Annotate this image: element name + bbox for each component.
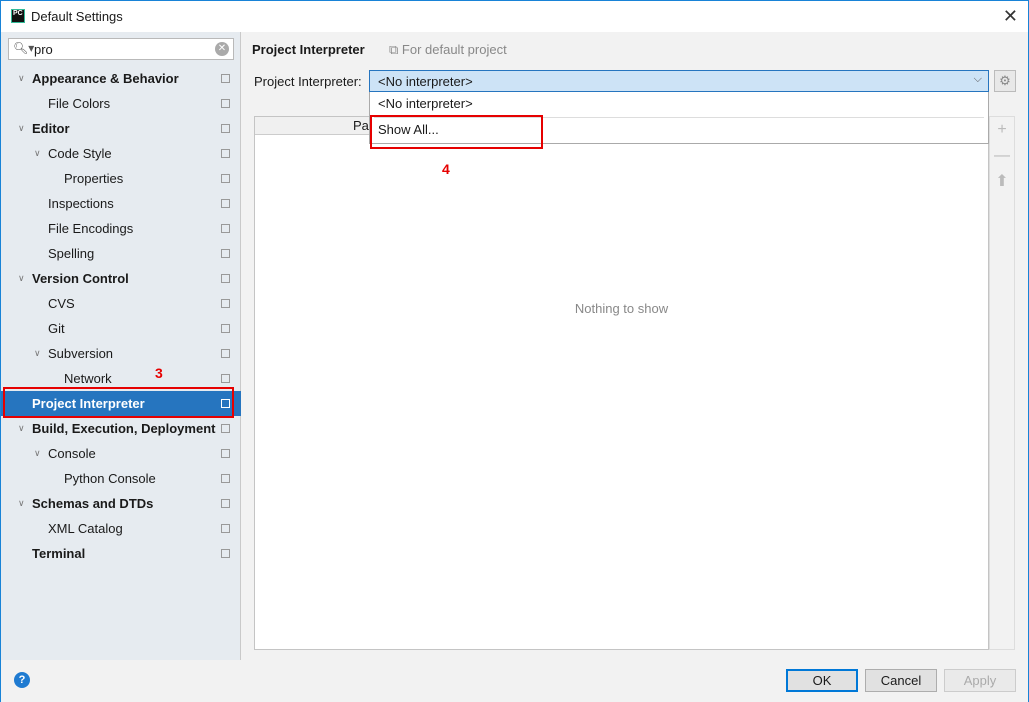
tree-item-label: Properties (64, 171, 124, 186)
interpreter-value: <No interpreter> (378, 74, 473, 89)
apply-button[interactable]: Apply (944, 669, 1016, 692)
annotation-4: 4 (442, 161, 450, 177)
chevron-down-icon[interactable]: ∨ (34, 441, 41, 466)
empty-text: Nothing to show (574, 301, 669, 316)
search-icon: 🔍︎▾ (13, 41, 35, 55)
tree-item[interactable]: ∨ Appearance & Behavior (1, 66, 241, 91)
tree-item[interactable]: ∨ Subversion (1, 341, 241, 366)
tree-item[interactable]: ∨ Editor (1, 116, 241, 141)
copy-icon (221, 224, 230, 233)
tree-item[interactable]: Terminal (1, 541, 241, 566)
tree-item-label: Code Style (48, 146, 112, 161)
tree-item[interactable]: Inspections (1, 191, 241, 216)
sidebar: 🔍︎▾ pro ✕ ∨ Appearance & Behavior File Col… (1, 32, 241, 660)
tree-item[interactable]: Python Console (1, 466, 241, 491)
tree-item-label: Build, Execution, Deployment (32, 421, 216, 436)
tree-item[interactable]: Properties (1, 166, 241, 191)
copy-icon (221, 124, 230, 133)
tree-item[interactable]: ∨ Code Style (1, 141, 241, 166)
tree-item-label: Terminal (32, 546, 86, 561)
copy-icon (221, 249, 230, 258)
copy-icon (221, 74, 230, 83)
interpreter-select[interactable]: <No interpreter> ⌵ (369, 70, 989, 92)
chevron-down-icon[interactable]: ∨ (18, 266, 25, 291)
tree-item-label: Python Console (64, 471, 156, 486)
annotation-box-4 (370, 115, 543, 149)
tree-item[interactable]: Spelling (1, 241, 241, 266)
chevron-down-icon[interactable]: ∨ (34, 141, 41, 166)
scope-label: ⧉ For default project (389, 42, 507, 58)
gear-button[interactable]: ⚙ (994, 70, 1016, 92)
copy-icon (221, 99, 230, 108)
gear-icon: ⚙ (999, 73, 1011, 88)
chevron-down-icon[interactable]: ∨ (18, 491, 25, 516)
copy-icon (221, 324, 230, 333)
tree-item-label: Version Control (32, 271, 129, 286)
tree-item-label: CVS (48, 296, 75, 311)
chevron-down-icon[interactable]: ∨ (18, 116, 25, 141)
copy-icon (221, 549, 230, 558)
copy-icon (221, 449, 230, 458)
tree-item[interactable]: ∨ Build, Execution, Deployment (1, 416, 241, 441)
search-input[interactable]: 🔍︎▾ pro ✕ (8, 38, 234, 60)
window-title: Default Settings (31, 9, 123, 24)
tree-item-label: Appearance & Behavior (32, 71, 179, 86)
copy-icon (221, 374, 230, 383)
help-button[interactable]: ? (14, 672, 30, 688)
tree-item-label: Subversion (48, 346, 114, 361)
title-bar: PC Default Settings ✕ (1, 1, 1028, 32)
tree-item[interactable]: ∨ Console (1, 441, 241, 466)
tree-item-label: Spelling (48, 246, 95, 261)
annotation-3: 3 (155, 365, 163, 381)
scope-text: For default project (401, 42, 507, 57)
upgrade-icon[interactable]: ⬆ (990, 169, 1014, 195)
copy-icon (221, 349, 230, 358)
footer: ? OK Cancel Apply (1, 660, 1028, 702)
tree-item-label: Editor (32, 121, 70, 136)
tree-item[interactable]: ∨ Version Control (1, 266, 241, 291)
copy-icon (221, 499, 230, 508)
tree-item-label: File Colors (48, 96, 111, 111)
tree-item-label: Inspections (48, 196, 114, 211)
copy-icon (221, 149, 230, 158)
copy-icon (221, 174, 230, 183)
copy-icon (221, 524, 230, 533)
chevron-down-icon[interactable]: ∨ (18, 416, 25, 441)
settings-tree: ∨ Appearance & Behavior File Colors ∨ Editor… (1, 66, 241, 566)
copy-icon (221, 474, 230, 483)
copy-icon (221, 299, 230, 308)
tree-item-label: Schemas and DTDs (32, 496, 154, 511)
tree-item-label: XML Catalog (48, 521, 123, 536)
chevron-down-icon[interactable]: ∨ (34, 341, 41, 366)
chevron-down-icon: ⌵ (973, 73, 982, 85)
tree-item-label: File Encodings (48, 221, 134, 236)
copy-icon (221, 199, 230, 208)
copy-icon: ⧉ (389, 42, 402, 57)
copy-icon (221, 274, 230, 283)
tree-item[interactable]: File Encodings (1, 216, 241, 241)
interpreter-label: Project Interpreter: (254, 74, 362, 89)
tree-item[interactable]: XML Catalog (1, 516, 241, 541)
settings-dialog: PC Default Settings ✕ 🔍︎▾ pro ✕ ∨ Appeara… (0, 0, 1029, 702)
tree-item-label: Console (48, 446, 96, 461)
remove-icon[interactable]: — (990, 143, 1014, 169)
tree-item-label: Git (48, 321, 65, 336)
ok-button[interactable]: OK (786, 669, 858, 692)
tree-item[interactable]: Git (1, 316, 241, 341)
tree-item[interactable]: File Colors (1, 91, 241, 116)
clear-search-icon[interactable]: ✕ (215, 42, 229, 56)
chevron-down-icon[interactable]: ∨ (18, 66, 25, 91)
pycharm-icon: PC (11, 9, 25, 23)
packages-table: Package Nothing to show (254, 116, 989, 650)
copy-icon (221, 424, 230, 433)
add-icon[interactable]: + (990, 117, 1014, 143)
tree-item[interactable]: ∨ Schemas and DTDs (1, 491, 241, 516)
close-button[interactable]: ✕ (1003, 6, 1018, 27)
annotation-box-3 (3, 387, 234, 418)
table-toolbar: + — ⬆ (989, 116, 1015, 650)
page-title: Project Interpreter (252, 42, 365, 57)
search-value: pro (34, 42, 53, 57)
tree-item[interactable]: CVS (1, 291, 241, 316)
cancel-button[interactable]: Cancel (865, 669, 937, 692)
